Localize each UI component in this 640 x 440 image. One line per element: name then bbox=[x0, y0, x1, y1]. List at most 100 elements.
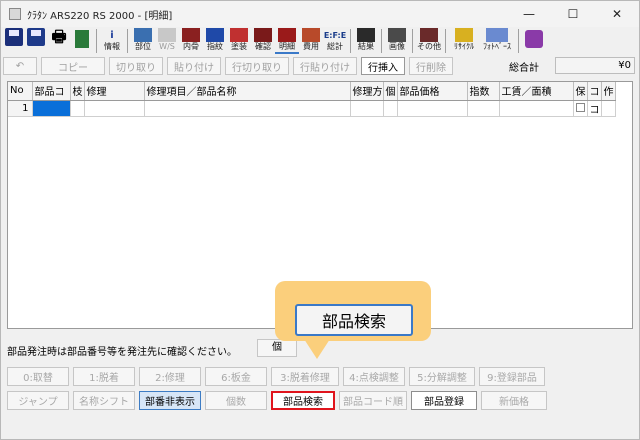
sheet-metal-button[interactable]: 6:板金 bbox=[205, 367, 267, 386]
paint-button[interactable]: 塗装 bbox=[227, 28, 251, 54]
replace-button[interactable]: 0:取替 bbox=[7, 367, 69, 386]
detail-table: No 部品コ 枝 修理 修理項目／部品名称 修理方 個 部品価格 指数 工賃／面… bbox=[8, 82, 616, 117]
qty-cell[interactable] bbox=[383, 100, 398, 117]
app-window: ｸﾗﾀﾝ ARS220 RS 2000 - [明細] — ☐ ✕ 🖶 i 情報 … bbox=[0, 0, 640, 440]
jump-button[interactable]: ジャンプ bbox=[7, 391, 69, 410]
recycle-label: ﾘｻｲｸﾙ bbox=[454, 42, 474, 51]
part-code-order-button[interactable]: 部品コード順 bbox=[339, 391, 407, 410]
cost-icon bbox=[302, 28, 320, 42]
detach-repair-button[interactable]: 3:脱着修理 bbox=[271, 367, 339, 386]
icon-toolbar: 🖶 i 情報 部位 W/S 内骨 指紋 塗装 確認 明細 費用 E:F:E 総計… bbox=[3, 27, 637, 55]
result-icon bbox=[357, 28, 375, 42]
index-cell[interactable] bbox=[467, 100, 500, 117]
inspection-button[interactable]: 指紋 bbox=[203, 28, 227, 54]
inner-bone-icon bbox=[182, 28, 200, 42]
branch-cell[interactable] bbox=[70, 100, 85, 117]
row-paste-button[interactable]: 行貼り付け bbox=[293, 57, 357, 75]
other-button[interactable]: その他 bbox=[416, 28, 442, 54]
confirm-button[interactable]: 確認 bbox=[251, 28, 275, 54]
print-icon: 🖶 bbox=[51, 26, 67, 46]
undo-button[interactable]: ↶ bbox=[3, 57, 37, 75]
parts-order-notice: 部品発注時は部品番号等を発注先に確認ください。 bbox=[7, 347, 237, 358]
help-button[interactable] bbox=[522, 28, 546, 54]
column-header-qty[interactable]: 個 bbox=[383, 82, 398, 101]
column-header-labor[interactable]: 工賃／面積 bbox=[499, 82, 574, 101]
inner-bone-label: 内骨 bbox=[183, 42, 199, 51]
registered-parts-button[interactable]: 9:登録部品 bbox=[479, 367, 545, 386]
repair-type-buttons: 0:取替 1:脱着 2:修理 6:板金 3:脱着修理 4:点検調整 5:分解調整… bbox=[7, 367, 549, 387]
cut-button[interactable]: 切り取り bbox=[109, 57, 163, 75]
toolbar-separator bbox=[350, 29, 351, 53]
quantity-button[interactable]: 個数 bbox=[205, 391, 267, 410]
column-header-ho[interactable]: 保 bbox=[573, 82, 588, 101]
ko-cell[interactable]: コ bbox=[587, 100, 602, 117]
photobase-button[interactable]: ﾌｫﾄﾍﾞｰｽ bbox=[479, 28, 515, 54]
photobase-label: ﾌｫﾄﾍﾞｰｽ bbox=[483, 42, 511, 51]
ws-button[interactable]: W/S bbox=[155, 28, 179, 54]
save-button[interactable] bbox=[3, 28, 25, 54]
exit-icon bbox=[75, 30, 89, 48]
print-button[interactable]: 🖶 bbox=[47, 26, 71, 54]
save-as-icon bbox=[27, 28, 45, 46]
paste-button[interactable]: 貼り付け bbox=[167, 57, 221, 75]
name-shift-button[interactable]: 名称シフト bbox=[73, 391, 135, 410]
ho-checkbox-cell[interactable] bbox=[573, 100, 588, 117]
repair-cell[interactable] bbox=[84, 100, 145, 117]
column-header-ko[interactable]: コ bbox=[587, 82, 602, 101]
result-button[interactable]: 結果 bbox=[354, 28, 378, 54]
new-price-button[interactable]: 新価格 bbox=[481, 391, 547, 410]
partially-hidden-button[interactable]: 個 bbox=[257, 339, 297, 357]
column-header-method[interactable]: 修理方 bbox=[350, 82, 384, 101]
table-row[interactable]: 1 コ bbox=[8, 100, 616, 117]
grid-header-row: No 部品コ 枝 修理 修理項目／部品名称 修理方 個 部品価格 指数 工賃／面… bbox=[8, 82, 616, 101]
inspect-adjust-button[interactable]: 4:点検調整 bbox=[343, 367, 405, 386]
row-insert-button[interactable]: 行挿入 bbox=[361, 57, 405, 75]
hide-part-number-button[interactable]: 部番非表示 bbox=[139, 391, 201, 410]
part-register-button[interactable]: 部品登録 bbox=[411, 391, 477, 410]
detach-button[interactable]: 1:脱着 bbox=[73, 367, 135, 386]
inspection-label: 指紋 bbox=[207, 42, 223, 51]
exit-button[interactable] bbox=[71, 28, 93, 54]
part-code-cell[interactable] bbox=[32, 100, 71, 117]
close-button[interactable]: ✕ bbox=[595, 1, 639, 27]
info-label: 情報 bbox=[104, 42, 120, 51]
row-delete-button[interactable]: 行削除 bbox=[409, 57, 453, 75]
inspection-icon bbox=[206, 28, 224, 42]
column-header-part-code[interactable]: 部品コ bbox=[32, 82, 71, 101]
column-header-item-name[interactable]: 修理項目／部品名称 bbox=[144, 82, 351, 101]
total-button[interactable]: E:F:E 総計 bbox=[323, 28, 347, 54]
column-header-index[interactable]: 指数 bbox=[467, 82, 500, 101]
cost-button[interactable]: 費用 bbox=[299, 28, 323, 54]
detail-label: 明細 bbox=[279, 42, 295, 51]
callout-pointer bbox=[304, 339, 330, 359]
detail-button[interactable]: 明細 bbox=[275, 28, 299, 54]
column-header-branch[interactable]: 枝 bbox=[70, 82, 85, 101]
inner-bone-button[interactable]: 内骨 bbox=[179, 28, 203, 54]
price-cell[interactable] bbox=[397, 100, 468, 117]
recycle-button[interactable]: ﾘｻｲｸﾙ bbox=[449, 28, 479, 54]
copy-button[interactable]: コピー bbox=[41, 57, 105, 75]
item-name-cell[interactable] bbox=[144, 100, 351, 117]
method-cell[interactable] bbox=[350, 100, 384, 117]
image-button[interactable]: 画像 bbox=[385, 28, 409, 54]
repair-button[interactable]: 2:修理 bbox=[139, 367, 201, 386]
column-header-repair[interactable]: 修理 bbox=[84, 82, 145, 101]
ho-checkbox[interactable] bbox=[575, 103, 585, 112]
column-header-no[interactable]: No bbox=[8, 82, 33, 101]
other-label: その他 bbox=[417, 42, 441, 51]
part-search-button[interactable]: 部品検索 bbox=[271, 391, 335, 410]
toolbar-separator bbox=[96, 29, 97, 53]
column-header-price[interactable]: 部品価格 bbox=[397, 82, 468, 101]
saku-cell[interactable] bbox=[601, 100, 616, 117]
save-as-button[interactable] bbox=[25, 28, 47, 54]
column-header-saku[interactable]: 作 bbox=[601, 82, 616, 101]
recycle-icon bbox=[455, 28, 473, 42]
part-position-button[interactable]: 部位 bbox=[131, 28, 155, 54]
minimize-button[interactable]: — bbox=[507, 1, 551, 27]
labor-cell[interactable] bbox=[499, 100, 574, 117]
disassemble-adjust-button[interactable]: 5:分解調整 bbox=[409, 367, 475, 386]
row-cut-button[interactable]: 行切り取り bbox=[225, 57, 289, 75]
maximize-button[interactable]: ☐ bbox=[551, 1, 595, 27]
info-button[interactable]: i 情報 bbox=[100, 28, 124, 54]
part-function-buttons: ジャンプ 名称シフト 部番非表示 個数 部品検索 部品コード順 部品登録 新価格 bbox=[7, 391, 551, 411]
